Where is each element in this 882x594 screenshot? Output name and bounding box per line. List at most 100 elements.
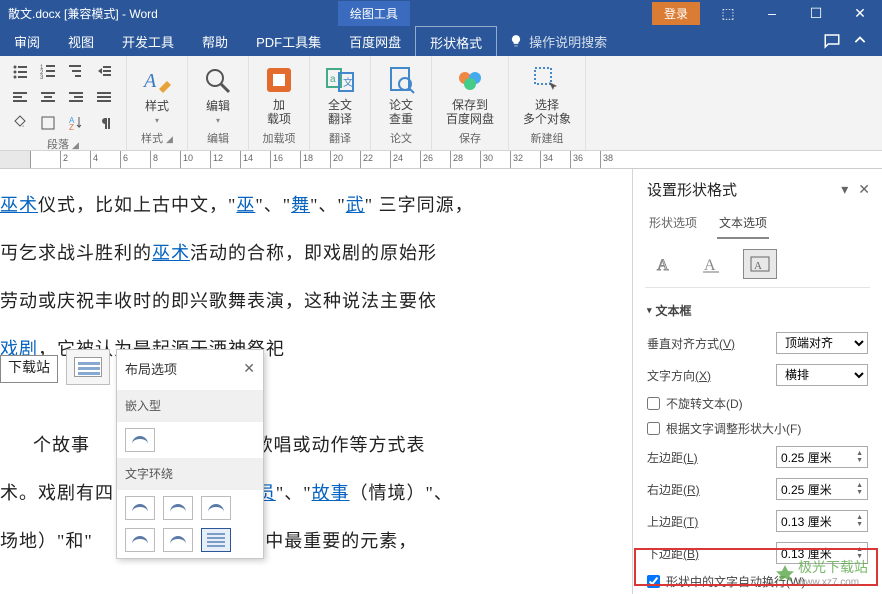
popup-close-button[interactable]: ✕ — [243, 356, 255, 384]
decrease-indent-button[interactable] — [92, 60, 116, 82]
autosize-checkbox[interactable] — [647, 422, 660, 435]
doc-paragraph[interactable]: 个故事 活、歌唱或动作等方式表 — [0, 427, 612, 463]
align-center-button[interactable] — [36, 86, 60, 108]
layout-options-popup: 布局选项 ✕ 嵌入型 文字环绕 — [116, 349, 264, 559]
translate-button[interactable]: a文 全文 翻译 — [318, 62, 362, 129]
group-paragraph: 123 AZ 段落◢ — [0, 56, 127, 150]
editing-button[interactable]: 编辑 ▾ — [196, 63, 240, 126]
align-left-button[interactable] — [8, 86, 32, 108]
tab-developer[interactable]: 开发工具 — [108, 26, 188, 56]
chevron-down-icon: ▾ — [216, 116, 220, 125]
borders-button[interactable] — [36, 112, 60, 134]
minimize-button[interactable]: – — [750, 0, 794, 26]
doc-paragraph[interactable]: 巫术仪式，比如上古中文，"巫"、"舞"、"武" 三字同源， — [0, 187, 612, 223]
doc-paragraph[interactable]: 场地）"和" 四者当中最重要的元素， — [0, 523, 612, 559]
wrap-square-option[interactable] — [125, 496, 155, 520]
format-shape-pane: 设置形状格式 ▾ ✕ 形状选项 文本选项 A A A ▾文本框 垂直对齐方式(V… — [632, 169, 882, 594]
section-inline: 嵌入型 — [117, 390, 263, 422]
tell-me-search[interactable]: 操作说明搜索 — [497, 26, 619, 56]
link[interactable]: 巫 — [236, 195, 255, 215]
section-wrap: 文字环绕 — [117, 458, 263, 490]
tab-pdf[interactable]: PDF工具集 — [242, 26, 335, 56]
login-button[interactable]: 登录 — [652, 2, 700, 25]
left-margin-input[interactable]: 0.25 厘米▲▼ — [776, 446, 868, 468]
link[interactable]: 武 — [346, 195, 365, 215]
valign-select[interactable]: 顶端对齐 — [776, 332, 868, 354]
bottom-margin-label: 下边距(B) — [647, 545, 768, 562]
wrap-tight-option[interactable] — [163, 496, 193, 520]
dialog-launcher-icon[interactable]: ◢ — [166, 134, 173, 144]
text-box-shape[interactable]: 下载站 — [0, 355, 58, 383]
layout-options-trigger[interactable] — [66, 349, 110, 385]
doc-paragraph[interactable]: 丏乞求战斗胜利的巫术活动的合称，即戏剧的原始形 — [0, 235, 612, 271]
wrap-behind-option[interactable] — [163, 528, 193, 552]
text-effects-icon[interactable]: A — [695, 249, 729, 279]
group-label-paragraph: 段落 — [47, 139, 69, 151]
bullets-button[interactable] — [8, 60, 32, 82]
group-label-newgroup: 新建组 — [517, 130, 577, 148]
tab-baidu[interactable]: 百度网盘 — [335, 26, 415, 56]
tab-text-options[interactable]: 文本选项 — [717, 210, 769, 239]
shading-button[interactable] — [8, 112, 32, 134]
tell-me-label: 操作说明搜索 — [529, 32, 607, 51]
right-margin-input[interactable]: 0.25 厘米▲▼ — [776, 478, 868, 500]
doc-paragraph[interactable]: 劳动或庆祝丰收时的即兴歌舞表演，这种说法主要依 — [0, 283, 612, 319]
comments-icon[interactable] — [822, 31, 842, 51]
autosize-label: 根据文字调整形状大小(F) — [666, 420, 801, 437]
sort-button[interactable]: AZ — [64, 112, 88, 134]
wrap-front-option[interactable] — [201, 528, 231, 552]
context-tool-label: 绘图工具 — [338, 1, 410, 26]
multilevel-list-button[interactable] — [64, 60, 88, 82]
no-rotate-checkbox[interactable] — [647, 397, 660, 410]
tab-shape-format[interactable]: 形状格式 — [415, 26, 497, 56]
dialog-launcher-icon[interactable]: ◢ — [72, 140, 79, 150]
find-icon — [202, 65, 234, 97]
link[interactable]: 故事 — [312, 483, 350, 503]
styles-button[interactable]: A 样式 ▾ — [135, 63, 179, 126]
select-multi-button[interactable]: 选择 多个对象 — [517, 62, 577, 129]
textdir-select[interactable]: 横排 — [776, 364, 868, 386]
pane-options-icon[interactable]: ▾ — [841, 181, 848, 198]
group-label-save: 保存 — [440, 130, 500, 148]
textbox-icon[interactable]: A — [743, 249, 777, 279]
save-baidu-button[interactable]: 保存到 百度网盘 — [440, 62, 500, 129]
link[interactable]: 舞 — [291, 195, 310, 215]
tab-help[interactable]: 帮助 — [188, 26, 242, 56]
wrap-text-checkbox[interactable] — [647, 575, 660, 588]
tab-view[interactable]: 视图 — [54, 26, 108, 56]
window-title: 散文.docx [兼容模式] - Word — [0, 5, 158, 22]
numbering-button[interactable]: 123 — [36, 60, 60, 82]
ribbon-display-options[interactable]: ⬚ — [706, 0, 750, 26]
justify-button[interactable] — [92, 86, 116, 108]
top-margin-label: 上边距(T) — [647, 513, 768, 530]
wrap-inline-option[interactable] — [125, 428, 155, 452]
show-marks-button[interactable] — [92, 112, 116, 134]
top-margin-input[interactable]: 0.13 厘米▲▼ — [776, 510, 868, 532]
valign-label: 垂直对齐方式(V) — [647, 335, 768, 352]
document-area[interactable]: 巫术仪式，比如上古中文，"巫"、"舞"、"武" 三字同源， 丏乞求战斗胜利的巫术… — [0, 169, 632, 594]
maximize-button[interactable]: ☐ — [794, 0, 838, 26]
link[interactable]: 巫术 — [0, 195, 38, 215]
pane-close-icon[interactable]: ✕ — [858, 181, 870, 198]
wrap-through-option[interactable] — [201, 496, 231, 520]
section-textbox-header[interactable]: ▾文本框 — [647, 298, 868, 323]
close-button[interactable]: ✕ — [838, 0, 882, 26]
editing-label: 编辑 — [206, 99, 230, 113]
select-multi-label: 选择 多个对象 — [523, 98, 571, 127]
bottom-margin-input[interactable]: 0.13 厘米▲▼ — [776, 542, 868, 564]
thesis-button[interactable]: 论文 查重 — [379, 62, 423, 129]
align-right-button[interactable] — [64, 86, 88, 108]
addon-button[interactable]: 加 载项 — [257, 62, 301, 129]
text-fill-outline-icon[interactable]: A — [647, 249, 681, 279]
doc-paragraph[interactable]: 术。戏剧有四 "演员"、"故事（情境）"、 — [0, 475, 612, 511]
collapse-ribbon-icon[interactable] — [850, 31, 870, 51]
workspace: 巫术仪式，比如上古中文，"巫"、"舞"、"武" 三字同源， 丏乞求战斗胜利的巫术… — [0, 169, 882, 594]
group-styles: A 样式 ▾ 样式◢ — [127, 56, 188, 150]
horizontal-ruler[interactable]: 2468 1012141618 2022242628 3032343638 — [0, 151, 882, 169]
tab-shape-options[interactable]: 形状选项 — [647, 210, 699, 239]
svg-text:a: a — [330, 74, 336, 85]
tab-review[interactable]: 审阅 — [0, 26, 54, 56]
link[interactable]: 巫术 — [152, 243, 190, 263]
wrap-topbottom-option[interactable] — [125, 528, 155, 552]
no-rotate-label: 不旋转文本(D) — [666, 395, 743, 412]
